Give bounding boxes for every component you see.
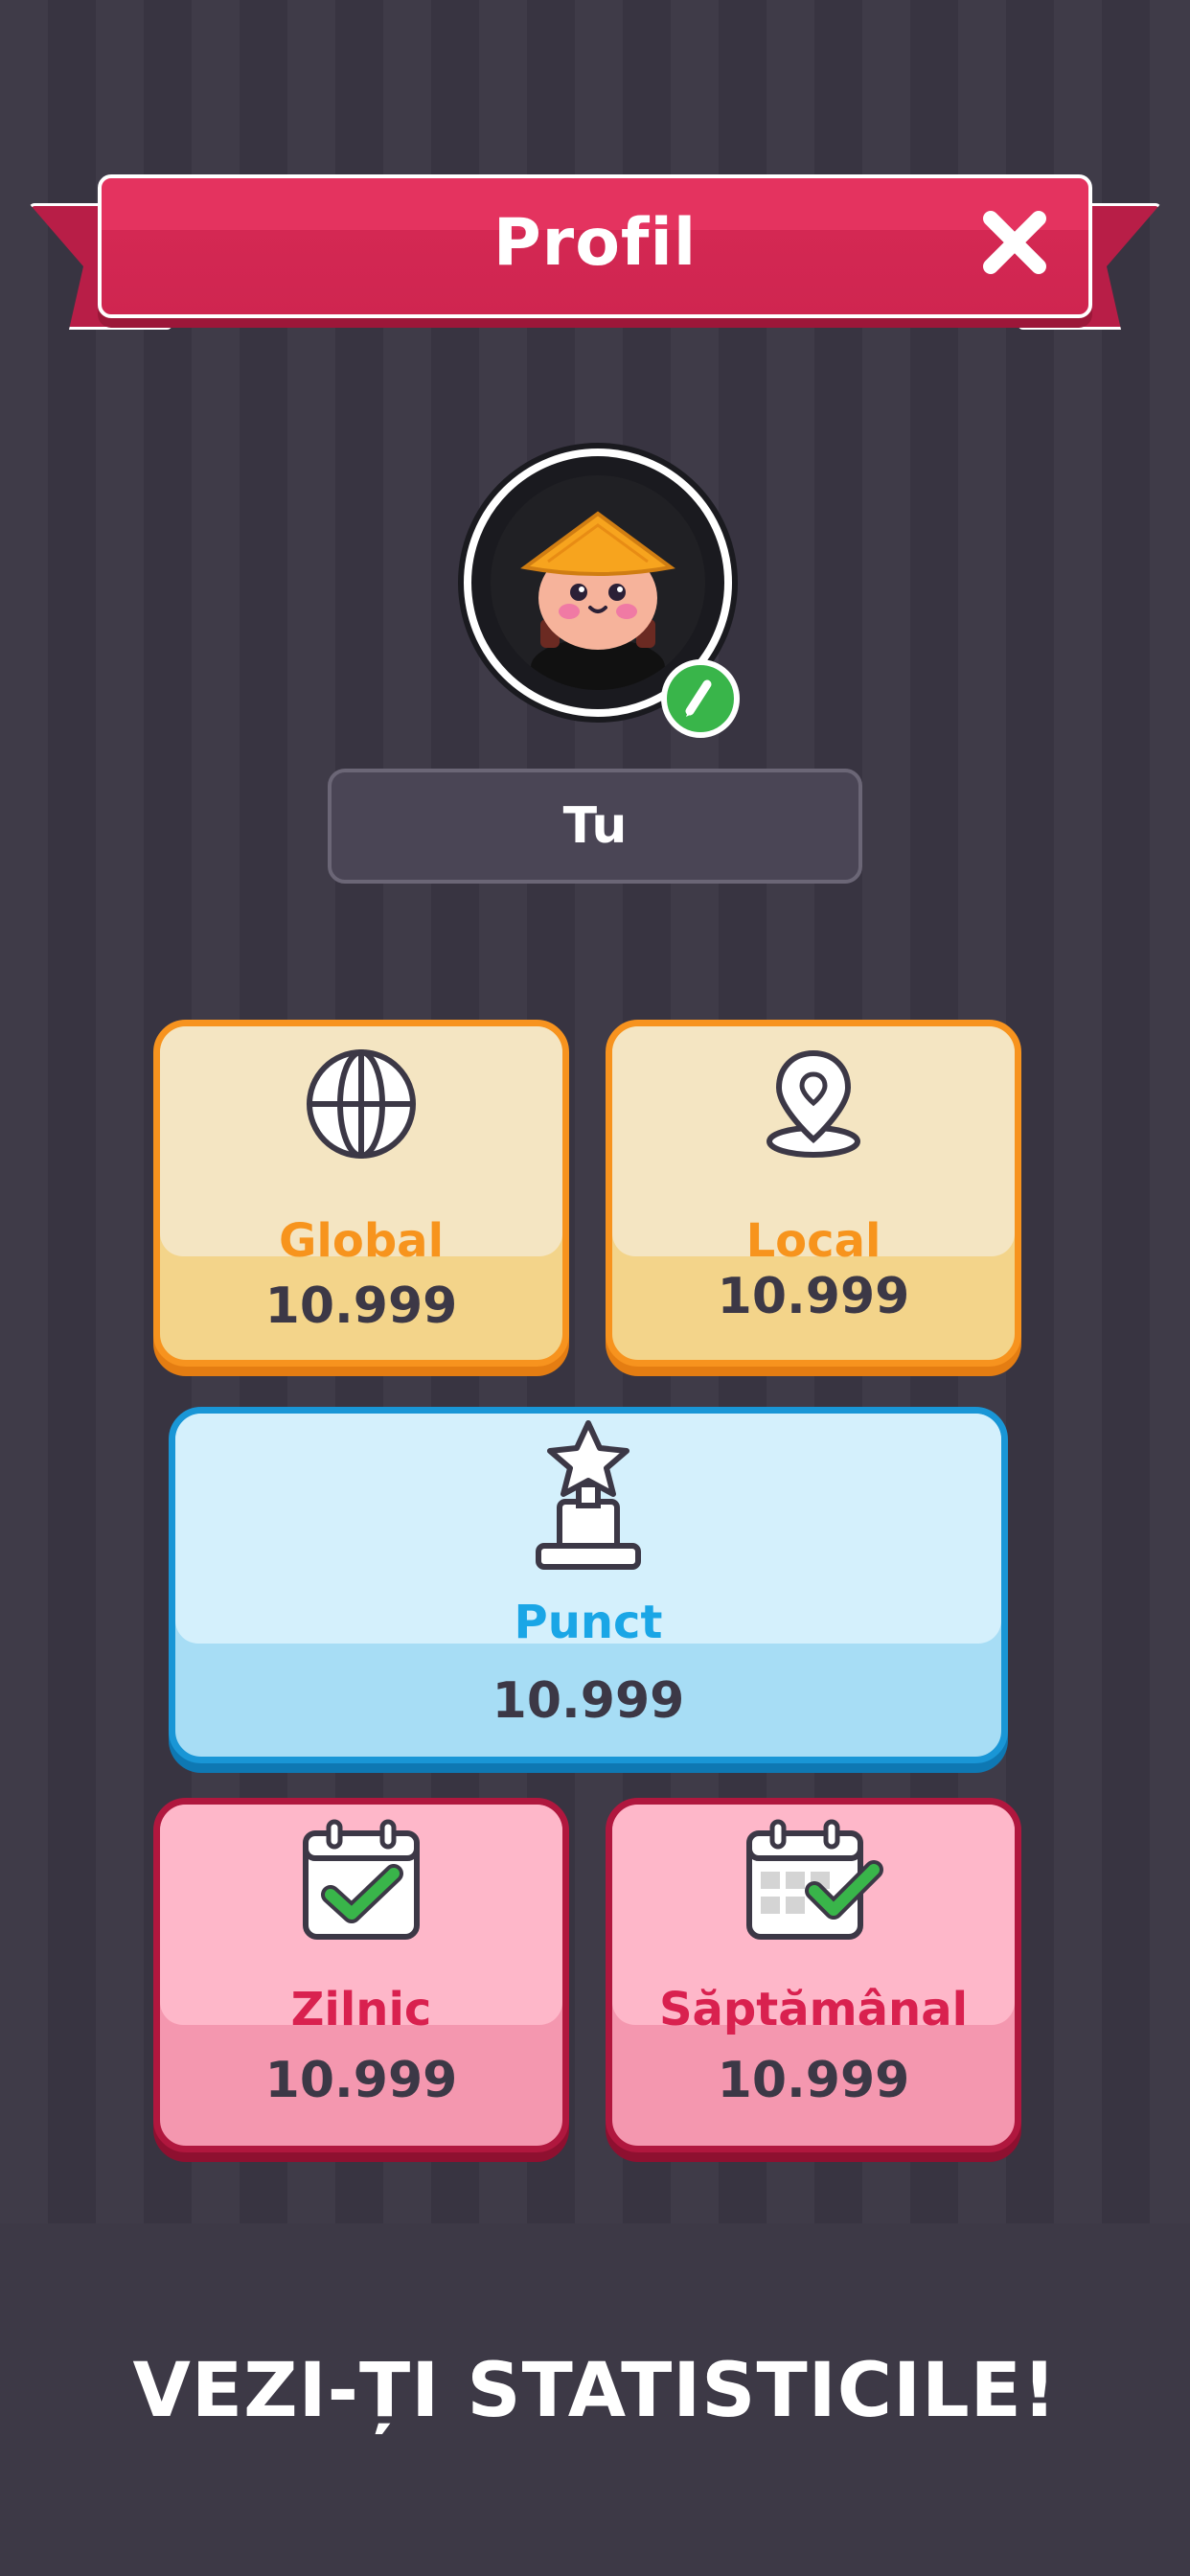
calendar-week-check-icon [746, 1819, 883, 1940]
stat-label-global: Global [278, 1214, 445, 1268]
globe-icon [307, 1049, 416, 1159]
location-pin-icon [767, 1049, 860, 1158]
stat-value-zilnic: 10.999 [264, 2052, 458, 2109]
close-button[interactable] [979, 207, 1050, 278]
page-title: Profil [492, 205, 698, 281]
stat-card-global: Global 10.999 [153, 1020, 569, 1367]
ninja-hat-avatar-icon [520, 511, 675, 690]
trophy-star-icon [536, 1420, 641, 1570]
stat-value-global: 10.999 [264, 1277, 458, 1335]
close-icon [983, 211, 1046, 274]
footer-caption: VEZI-ȚI STATISTICILE! [132, 2348, 1058, 2434]
header-ribbon: Profil [98, 174, 1092, 318]
stat-label-local: Local [745, 1214, 881, 1268]
stat-label-punct: Punct [514, 1596, 663, 1649]
edit-avatar-button[interactable] [661, 659, 740, 738]
stat-value-local: 10.999 [717, 1268, 910, 1325]
avatar-image [491, 475, 705, 690]
name-field[interactable]: Tu [328, 769, 862, 884]
stat-value-saptamanal: 10.999 [717, 2052, 910, 2109]
stat-card-saptamanal: Săptămânal 10.999 [606, 1798, 1021, 2152]
stat-card-local: Local 10.999 [606, 1020, 1021, 1367]
stat-label-zilnic: Zilnic [290, 1983, 432, 2036]
calendar-check-icon [303, 1819, 420, 1940]
stat-card-punct: Punct 10.999 [169, 1407, 1008, 1763]
stat-label-saptamanal: Săptămânal [658, 1983, 969, 2036]
pencil-icon [685, 679, 712, 717]
stat-value-punct: 10.999 [492, 1672, 685, 1730]
stat-card-zilnic: Zilnic 10.999 [153, 1798, 569, 2152]
